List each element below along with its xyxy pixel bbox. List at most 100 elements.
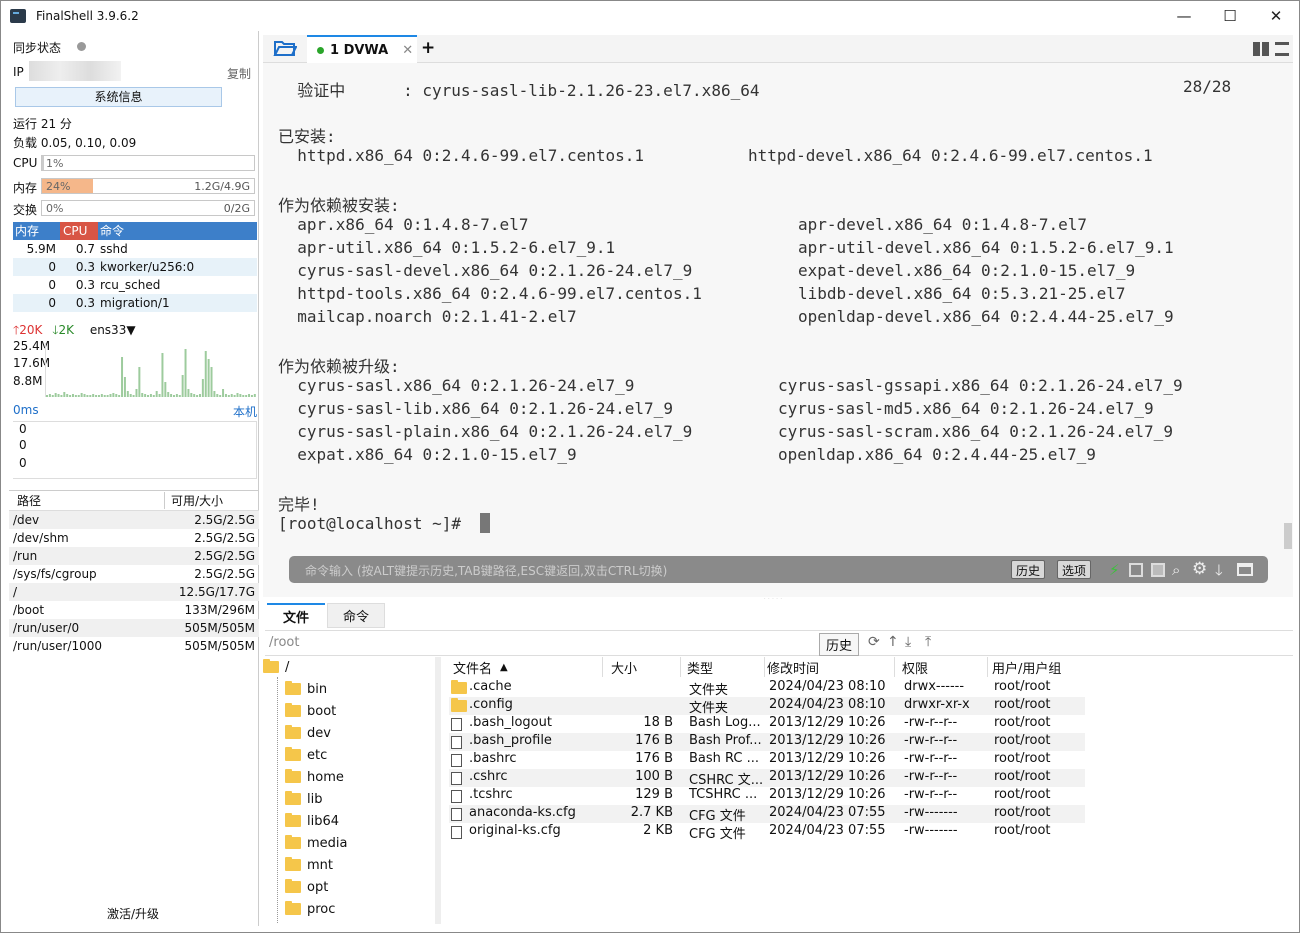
col-header-perm[interactable]: 权限: [902, 657, 988, 677]
command-input-bar[interactable]: 命令输入 (按ALT键提示历史,TAB键路径,ESC键返回,双击CTRL切换) …: [289, 556, 1268, 583]
file-row[interactable]: .bash_profile 176 B Bash Prof... 2013/12/29…: [449, 733, 1085, 751]
tree-item[interactable]: proc: [285, 899, 335, 919]
search-icon[interactable]: ⌕: [1172, 561, 1180, 579]
col-header-mtime[interactable]: 修改时间: [767, 657, 895, 677]
sync-status-label: 同步状态: [13, 41, 62, 55]
fs-row[interactable]: /dev 2.5G/2.5G: [9, 511, 259, 529]
file-size: 2 KB: [643, 823, 673, 838]
file-size: 18 B: [643, 715, 673, 730]
process-cpu: 0.3: [75, 260, 95, 274]
up-dir-icon[interactable]: ↑: [887, 634, 899, 650]
refresh-icon[interactable]: ⟳: [868, 634, 880, 650]
file-mtime: 2013/12/29 10:26: [769, 733, 886, 748]
file-row[interactable]: .tcshrc 129 B TCSHRC ... 2013/12/29 10:26 -r…: [449, 787, 1085, 805]
fs-row[interactable]: /run/user/1000 505M/505M: [9, 637, 259, 655]
fs-path: /run/user/0: [13, 621, 80, 635]
fs-row[interactable]: /run/user/0 505M/505M: [9, 619, 259, 637]
maximize-button[interactable]: ☐: [1207, 1, 1253, 31]
download-icon[interactable]: ⤓: [905, 634, 911, 650]
tree-root[interactable]: /: [263, 657, 289, 677]
tree-item[interactable]: lib: [285, 789, 322, 809]
col-header-name[interactable]: 文件名 ▲: [453, 657, 603, 677]
tab-commands[interactable]: 命令: [327, 603, 385, 628]
file-row[interactable]: original-ks.cfg 2 KB CFG 文件 2024/04/23 07:5…: [449, 823, 1085, 842]
proc-header-mem[interactable]: 内存: [13, 222, 60, 240]
proc-header-cmd[interactable]: 命令: [98, 222, 257, 240]
file-name: .bash_profile: [469, 733, 552, 748]
tree-item[interactable]: home: [285, 767, 344, 787]
file-icon: [451, 790, 462, 803]
minimize-button[interactable]: —: [1161, 1, 1207, 31]
terminal-line-col2: expat-devel.x86_64 0:2.1.0-15.el7_9: [798, 261, 1136, 280]
open-folder-icon[interactable]: [273, 39, 298, 57]
terminal[interactable]: 验证中 : cyrus-sasl-lib-2.1.26-23.el7.x86_6…: [263, 63, 1293, 597]
process-row[interactable]: 0 0.3 rcu_sched: [13, 276, 257, 294]
upload-icon[interactable]: ⤒: [925, 634, 931, 650]
window-icon[interactable]: [1237, 563, 1253, 576]
tree-item[interactable]: mnt: [285, 855, 333, 875]
process-row[interactable]: 0 0.3 kworker/u256:0: [13, 258, 257, 276]
net-graph-bar: [135, 389, 138, 397]
path-input[interactable]: /root: [269, 635, 299, 650]
tree-item[interactable]: etc: [285, 745, 327, 765]
col-header-size[interactable]: 大小: [611, 657, 681, 677]
arrow-down-icon[interactable]: 🡓: [1215, 560, 1223, 585]
file-name: .bashrc: [469, 751, 517, 766]
tree-item[interactable]: media: [285, 833, 348, 853]
file-row[interactable]: .cshrc 100 B CSHRC 文... 2013/12/29 10:26 -rw…: [449, 769, 1085, 788]
close-button[interactable]: ✕: [1253, 1, 1299, 31]
tree-item[interactable]: lib64: [285, 811, 339, 831]
fs-row[interactable]: /run 2.5G/2.5G: [9, 547, 259, 565]
grid-view-icon[interactable]: [1253, 42, 1269, 56]
chevron-down-icon[interactable]: ▼: [126, 323, 135, 337]
file-row[interactable]: .bashrc 176 B Bash RC ... 2013/12/29 10:26 -…: [449, 751, 1085, 769]
latency-graph: 0 0 0: [13, 421, 257, 479]
proc-header-cpu[interactable]: CPU: [60, 222, 98, 240]
tree-item[interactable]: bin: [285, 679, 327, 699]
net-graph-bar: [170, 394, 173, 397]
gear-icon[interactable]: ⚙: [1192, 559, 1207, 579]
tab-dvwa[interactable]: 1 DVWA ✕: [307, 35, 417, 63]
fs-row[interactable]: /boot 133M/296M: [9, 601, 259, 619]
file-row[interactable]: anaconda-ks.cfg 2.7 KB CFG 文件 2024/04/23 07…: [449, 805, 1085, 824]
col-header-owner[interactable]: 用户/用户组: [992, 657, 1082, 677]
file-name: .cache: [469, 679, 512, 694]
cmd-options-button[interactable]: 选项: [1057, 560, 1092, 579]
path-history-button[interactable]: 历史: [819, 633, 860, 656]
terminal-scrollbar[interactable]: [1284, 523, 1292, 549]
close-tab-icon[interactable]: ✕: [402, 43, 413, 58]
process-row[interactable]: 5.9M 0.7 sshd: [13, 240, 257, 258]
process-row[interactable]: 0 0.3 migration/1: [13, 294, 257, 312]
net-graph-bar: [66, 394, 69, 397]
command-input[interactable]: 命令输入 (按ALT键提示历史,TAB键路径,ESC键返回,双击CTRL切换): [305, 562, 667, 579]
activate-upgrade-link[interactable]: 激活/升级: [107, 905, 159, 922]
tree-scrollbar[interactable]: [435, 657, 441, 924]
terminal-line-col2: libdb-devel.x86_64 0:5.3.21-25.el7: [798, 284, 1126, 303]
system-info-button[interactable]: 系统信息: [15, 87, 222, 107]
copy-icon[interactable]: [1129, 563, 1143, 577]
net-graph-bar: [181, 375, 184, 397]
net-graph-bar: [92, 394, 95, 397]
fs-header-size[interactable]: 可用/大小: [165, 492, 223, 509]
tree-item[interactable]: boot: [285, 701, 336, 721]
fs-header-path[interactable]: 路径: [9, 492, 165, 509]
lightning-icon[interactable]: ⚡: [1109, 561, 1120, 579]
fs-row[interactable]: /sys/fs/cgroup 2.5G/2.5G: [9, 565, 259, 583]
net-interface-select[interactable]: ens33: [90, 323, 127, 337]
paste-icon[interactable]: [1151, 563, 1165, 577]
tab-files[interactable]: 文件: [267, 603, 325, 628]
file-row[interactable]: .bash_logout 18 B Bash Log... 2013/12/29 10…: [449, 715, 1085, 733]
latency-value-3: 0: [19, 456, 27, 470]
fs-row[interactable]: /dev/shm 2.5G/2.5G: [9, 529, 259, 547]
col-header-type[interactable]: 类型: [687, 657, 765, 677]
tree-item[interactable]: opt: [285, 877, 328, 897]
add-tab-button[interactable]: +: [421, 38, 435, 58]
file-perm: -rw-r--r--: [904, 769, 958, 784]
file-row[interactable]: .cache 文件夹 2024/04/23 08:10 drwx------ root/…: [449, 679, 1085, 698]
tree-item[interactable]: dev: [285, 723, 331, 743]
fs-row[interactable]: / 12.5G/17.7G: [9, 583, 259, 601]
menu-icon[interactable]: [1275, 42, 1289, 56]
cmd-history-button[interactable]: 历史: [1011, 560, 1046, 579]
file-row[interactable]: .config 文件夹 2024/04/23 08:10 drwxr-xr-x root…: [449, 697, 1085, 716]
copy-ip-link[interactable]: 复制: [227, 65, 251, 82]
